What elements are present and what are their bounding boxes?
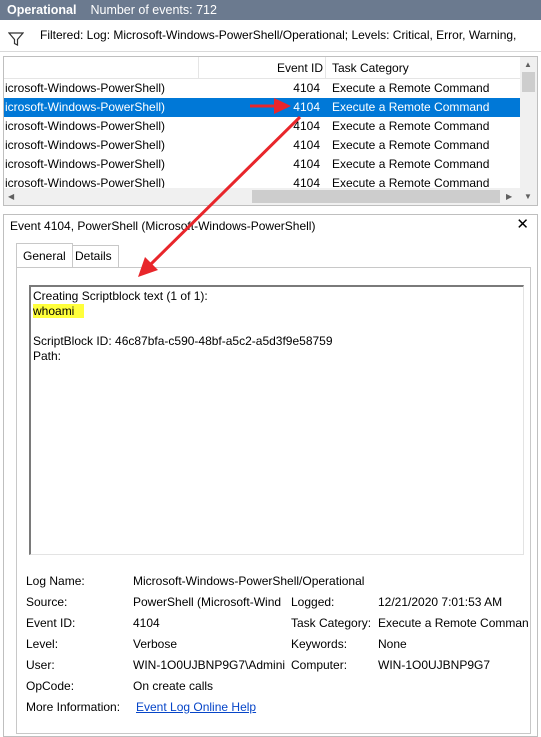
event-row[interactable]: icrosoft-Windows-PowerShell) 4104 Execut… bbox=[4, 79, 520, 98]
column-header-event-id[interactable]: Event ID bbox=[277, 57, 323, 79]
logged-label: Logged: bbox=[291, 595, 335, 609]
event-log-online-help-link[interactable]: Event Log Online Help bbox=[136, 700, 256, 714]
event-list[interactable]: Event ID Task Category icrosoft-Windows-… bbox=[3, 56, 538, 206]
event-detail-pane: Event 4104, PowerShell (Microsoft-Window… bbox=[3, 214, 538, 737]
more-information-label: More Information: bbox=[26, 700, 121, 714]
log-name-label: Log Name: bbox=[26, 574, 85, 588]
event-count: Number of events: 712 bbox=[90, 3, 217, 17]
event-message-textbox[interactable]: Creating Scriptblock text (1 of 1): whoa… bbox=[29, 285, 524, 555]
user-label: User: bbox=[26, 658, 55, 672]
close-icon[interactable]: ✕ bbox=[516, 215, 529, 235]
vertical-scrollbar[interactable]: ▲ bbox=[520, 57, 537, 189]
computer-value: WIN-1O0UJBNP9G7 bbox=[378, 658, 491, 672]
opcode-label: OpCode: bbox=[26, 679, 75, 693]
event-row[interactable]: icrosoft-Windows-PowerShell) 4104 Execut… bbox=[4, 155, 520, 174]
column-header-row: Event ID Task Category bbox=[4, 57, 520, 79]
event-detail-title: Event 4104, PowerShell (Microsoft-Window… bbox=[10, 219, 316, 233]
logged-value: 12/21/2020 7:01:53 AM bbox=[378, 595, 503, 609]
message-line-command-highlighted: whoami bbox=[33, 304, 85, 318]
event-row[interactable]: icrosoft-Windows-PowerShell) 4104 Execut… bbox=[4, 136, 520, 155]
general-tab-content: Creating Scriptblock text (1 of 1): whoa… bbox=[16, 267, 531, 734]
event-id-label: Event ID: bbox=[26, 616, 76, 630]
source-label: Source: bbox=[26, 595, 68, 609]
event-row-selected[interactable]: icrosoft-Windows-PowerShell) 4104 Execut… bbox=[4, 98, 520, 117]
task-category-label: Task Category: bbox=[291, 616, 372, 630]
filter-bar: Filtered: Log: Microsoft-Windows-PowerSh… bbox=[0, 20, 541, 52]
message-line-creating: Creating Scriptblock text (1 of 1): bbox=[33, 289, 208, 303]
scroll-up-icon[interactable]: ▲ bbox=[524, 60, 532, 70]
task-category-value: Execute a Remote Comman bbox=[378, 616, 529, 630]
message-line-scriptblock-id: ScriptBlock ID: 46c87bfa-c590-48bf-a5c2-… bbox=[33, 334, 333, 348]
filter-icon[interactable] bbox=[8, 31, 24, 47]
scroll-left-icon[interactable]: ◀ bbox=[8, 192, 14, 202]
source-value: PowerShell (Microsoft-Wind bbox=[133, 595, 282, 609]
opcode-value: On create calls bbox=[133, 679, 214, 693]
tab-general[interactable]: General bbox=[16, 243, 73, 267]
vertical-scroll-thumb[interactable] bbox=[522, 72, 535, 92]
log-name-value: Microsoft-Windows-PowerShell/Operational bbox=[133, 574, 365, 588]
computer-label: Computer: bbox=[291, 658, 348, 672]
horizontal-scrollbar[interactable]: ◀ ▶ ▼ bbox=[4, 188, 537, 205]
event-row[interactable]: icrosoft-Windows-PowerShell) 4104 Execut… bbox=[4, 117, 520, 136]
level-value: Verbose bbox=[133, 637, 178, 651]
scroll-down-icon[interactable]: ▼ bbox=[524, 192, 532, 202]
event-id-value: 4104 bbox=[133, 616, 160, 630]
tab-details[interactable]: Details bbox=[68, 245, 119, 267]
message-line-path: Path: bbox=[33, 349, 62, 363]
log-header-bar: Operational Number of events: 712 bbox=[0, 0, 541, 20]
scroll-right-icon[interactable]: ▶ bbox=[506, 192, 512, 202]
level-label: Level: bbox=[26, 637, 59, 651]
keywords-label: Keywords: bbox=[291, 637, 348, 651]
column-header-task-category[interactable]: Task Category bbox=[332, 57, 409, 79]
horizontal-scroll-thumb[interactable] bbox=[252, 190, 500, 203]
keywords-value: None bbox=[378, 637, 407, 651]
filter-description: Filtered: Log: Microsoft-Windows-PowerSh… bbox=[40, 28, 517, 42]
log-title: Operational bbox=[7, 3, 77, 17]
user-value: WIN-1O0UJBNP9G7\Admini bbox=[133, 658, 286, 672]
